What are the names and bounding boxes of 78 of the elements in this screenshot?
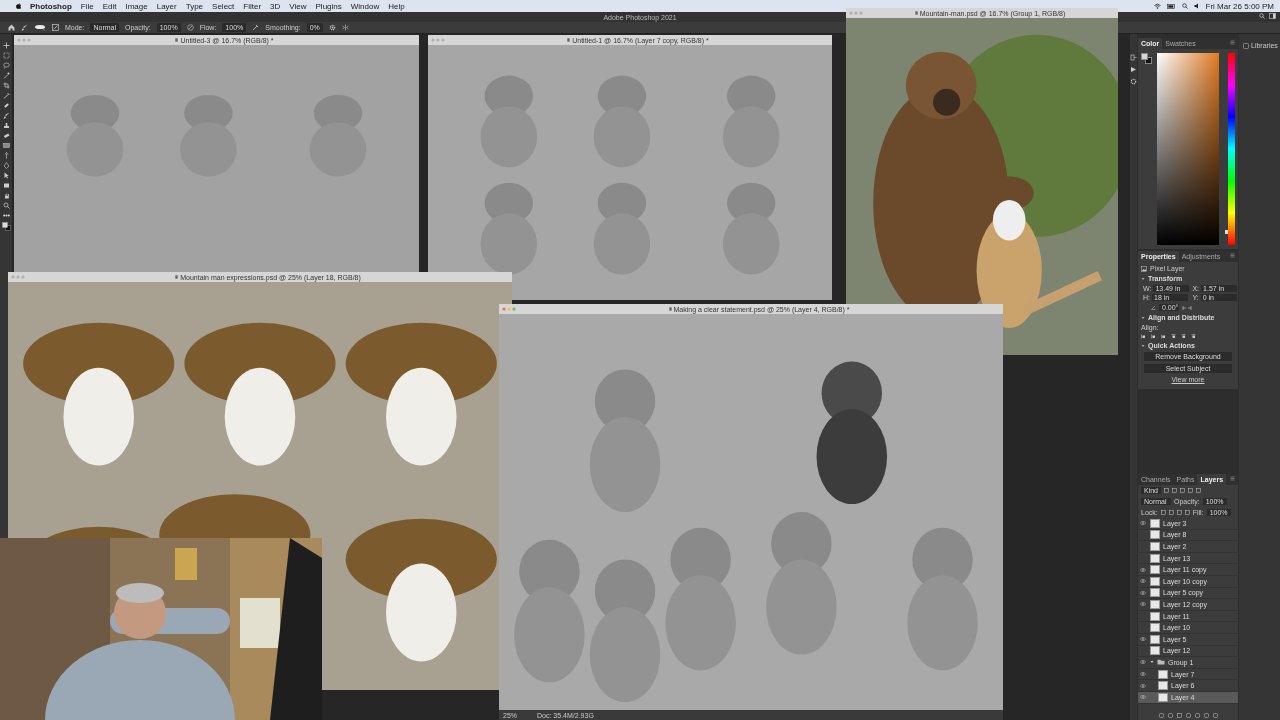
history-icon[interactable] bbox=[1130, 54, 1137, 61]
eye-icon[interactable] bbox=[1139, 637, 1146, 642]
menu-item[interactable]: Image bbox=[125, 1, 148, 11]
pressure-icon[interactable] bbox=[186, 24, 194, 31]
document-icon bbox=[175, 275, 179, 279]
brush-preset-icon[interactable] bbox=[34, 24, 46, 31]
gradient-icon[interactable] bbox=[2, 142, 10, 149]
align-icon[interactable] bbox=[1141, 334, 1146, 339]
app-menu[interactable]: Photoshop bbox=[30, 1, 72, 11]
wand-icon[interactable] bbox=[2, 72, 10, 79]
bandage-icon[interactable] bbox=[2, 102, 10, 109]
eye-icon[interactable] bbox=[1139, 590, 1146, 595]
brush-settings-icon[interactable] bbox=[52, 24, 59, 31]
panel-menu-icon[interactable] bbox=[1230, 475, 1235, 481]
color-swatches-icon[interactable] bbox=[1, 222, 11, 231]
menu-item[interactable]: Select bbox=[212, 1, 235, 11]
menu-bar-clock: Fri Mar 26 5:00 PM bbox=[1205, 1, 1274, 11]
eraser-icon[interactable] bbox=[2, 132, 10, 139]
crop-icon[interactable] bbox=[2, 82, 10, 89]
smudge-icon[interactable] bbox=[2, 152, 10, 159]
eye-icon[interactable] bbox=[1139, 579, 1146, 584]
align-icon[interactable] bbox=[1181, 334, 1186, 339]
lasso-icon[interactable] bbox=[2, 62, 10, 69]
brush-icon[interactable] bbox=[21, 24, 28, 31]
panel-menu-icon[interactable] bbox=[1230, 252, 1235, 258]
eye-icon[interactable] bbox=[1139, 672, 1146, 676]
eye-icon[interactable] bbox=[1139, 695, 1146, 700]
document-icon bbox=[668, 307, 672, 311]
apple-logo-icon[interactable] bbox=[16, 3, 21, 9]
wifi-icon[interactable] bbox=[1153, 3, 1161, 9]
more-icon[interactable] bbox=[2, 212, 10, 219]
brush-icon[interactable] bbox=[2, 112, 10, 119]
angle-icon bbox=[1151, 305, 1156, 310]
airbrush-icon[interactable] bbox=[252, 24, 260, 31]
pen-icon[interactable] bbox=[2, 162, 10, 169]
menu-item[interactable]: Layer bbox=[156, 1, 177, 11]
menu-item[interactable]: View bbox=[289, 1, 307, 11]
document-icon bbox=[175, 38, 179, 42]
image-icon bbox=[1141, 265, 1147, 272]
eye-icon[interactable] bbox=[1139, 660, 1146, 665]
foreground-color-swatch[interactable] bbox=[1141, 53, 1148, 60]
menu-item[interactable]: File bbox=[80, 1, 94, 11]
menu-item[interactable]: Edit bbox=[102, 1, 117, 11]
eye-icon[interactable] bbox=[1139, 602, 1146, 607]
color-field[interactable] bbox=[1157, 53, 1220, 245]
menu-item[interactable]: Filter bbox=[243, 1, 262, 11]
search-icon[interactable] bbox=[1181, 3, 1188, 9]
home-icon[interactable] bbox=[8, 24, 15, 31]
eye-icon[interactable] bbox=[1139, 521, 1146, 526]
hand-icon[interactable] bbox=[2, 192, 10, 199]
menu-item[interactable]: Window bbox=[350, 1, 380, 11]
symmetry-icon[interactable] bbox=[341, 24, 349, 31]
volume-icon[interactable] bbox=[1193, 3, 1200, 9]
panel-menu-icon[interactable] bbox=[1230, 39, 1235, 45]
move-icon[interactable] bbox=[2, 42, 10, 49]
play-icon[interactable] bbox=[1130, 66, 1137, 73]
workspace-icon[interactable] bbox=[1269, 13, 1276, 19]
menu-item[interactable]: Type bbox=[185, 1, 204, 11]
hue-slider[interactable] bbox=[1228, 53, 1235, 245]
zoom-icon[interactable] bbox=[2, 202, 10, 209]
libraries-icon[interactable] bbox=[1243, 42, 1249, 49]
battery-icon[interactable] bbox=[1166, 3, 1176, 9]
eye-icon[interactable] bbox=[1139, 683, 1146, 688]
flip-icon[interactable] bbox=[1182, 304, 1192, 311]
gear-icon[interactable] bbox=[328, 24, 336, 31]
align-icon[interactable] bbox=[1171, 334, 1176, 339]
gear-icon[interactable] bbox=[1130, 78, 1137, 85]
menu-item[interactable]: Help bbox=[388, 1, 405, 11]
menu-item[interactable]: 3D bbox=[270, 1, 281, 11]
arrow-cursor-icon[interactable] bbox=[2, 172, 10, 179]
slider-thumb[interactable] bbox=[1225, 229, 1229, 234]
document-icon bbox=[567, 38, 571, 42]
align-icon[interactable] bbox=[1191, 334, 1196, 339]
eye-icon[interactable] bbox=[1139, 567, 1146, 572]
menu-item[interactable]: Plugins bbox=[315, 1, 342, 11]
stamp-icon[interactable] bbox=[2, 122, 10, 129]
align-icon[interactable] bbox=[1161, 334, 1166, 339]
align-icon[interactable] bbox=[1151, 334, 1156, 339]
